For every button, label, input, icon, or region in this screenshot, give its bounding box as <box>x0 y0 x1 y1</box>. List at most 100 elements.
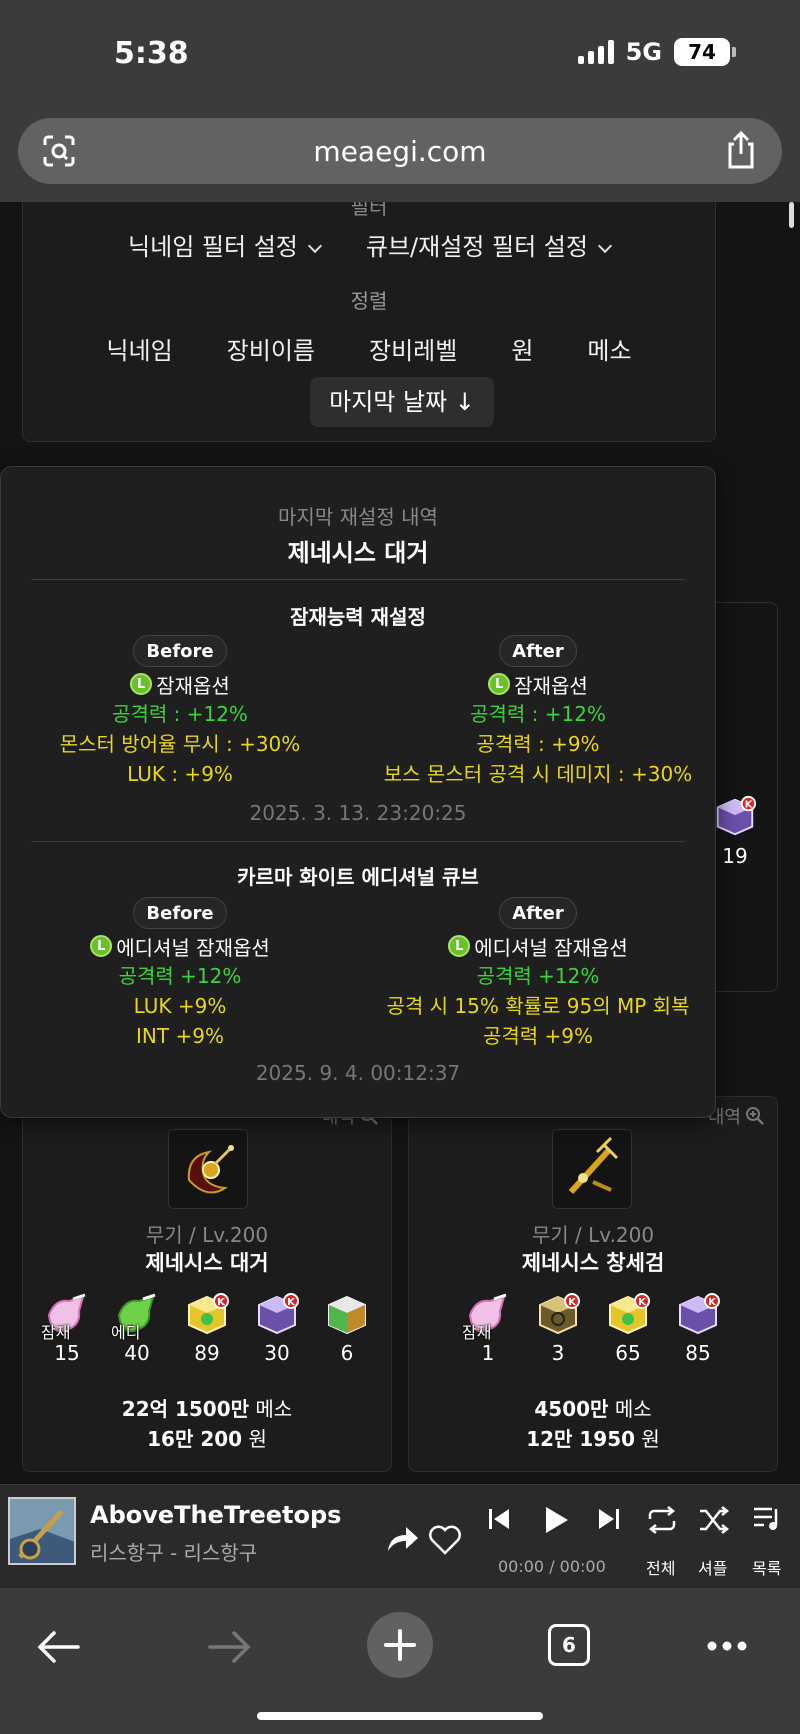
heart-icon[interactable] <box>428 1525 462 1555</box>
item-image <box>552 1129 632 1209</box>
timestamp: 2025. 3. 13. 23:20:25 <box>249 801 467 825</box>
scrollbar-thumb[interactable] <box>789 202 794 228</box>
address-bar[interactable]: meaegi.com <box>18 118 782 184</box>
history-link[interactable]: 내역 <box>708 1103 765 1129</box>
reset-history-popup: 마지막 재설정 내역 제네시스 대거 잠재능력 재설정 Before L 잠재옵션… <box>0 466 716 1118</box>
playback-time: 00:00 / 00:00 <box>498 1557 606 1576</box>
tab-switcher-button[interactable]: 6 <box>548 1624 590 1666</box>
browser-bottom-bar: 6 <box>0 1588 800 1734</box>
share-icon[interactable] <box>724 130 758 170</box>
cube-entry: K 3 <box>534 1291 582 1365</box>
meso-price: 4500만 메소 <box>409 1393 777 1422</box>
back-arrow-icon[interactable] <box>36 1630 80 1664</box>
status-time: 5:38 <box>114 36 189 71</box>
sort-label: 정렬 <box>350 289 388 313</box>
chevron-down-icon <box>307 238 322 254</box>
option-line: INT +9% <box>136 1024 224 1048</box>
repeat-label[interactable]: 전체 <box>646 1555 675 1579</box>
sort-last-date-button[interactable]: 마지막 날짜 ↓ <box>310 377 494 427</box>
option-line: 공격력 : +12% <box>112 702 248 726</box>
cube-entry: K 89 <box>183 1291 231 1365</box>
shuffle-icon[interactable] <box>698 1505 730 1535</box>
before-pill: Before <box>133 897 227 929</box>
share-arrow-icon[interactable] <box>386 1525 420 1553</box>
legendary-grade-icon: L <box>90 935 113 957</box>
cube-entry: 잠재 1 <box>462 1291 512 1365</box>
song-title: AboveTheTreetops <box>90 1501 342 1529</box>
cube-count: 15 <box>54 1341 80 1365</box>
filter-label: 필터 <box>350 202 388 219</box>
browser-top-chrome: 5:38 5G 74 meaegi.com <box>0 0 800 202</box>
cube-list: 잠재 1 K 3 K 65 K 85 <box>409 1291 777 1365</box>
nickname-filter-dropdown[interactable]: 닉네임 필터 설정 <box>128 227 322 262</box>
option-line: 보스 몬스터 공격 시 데미지 : +30% <box>383 762 693 786</box>
after-column: After L 잠재옵션 공격력 : +12% 공격력 : +9% 보스 몬스터 … <box>359 635 717 789</box>
won-unit: 원 <box>641 1427 660 1451</box>
next-track-icon[interactable] <box>598 1507 620 1531</box>
cube-tag: 잠재 <box>41 1323 71 1342</box>
forward-arrow-icon[interactable] <box>208 1630 252 1664</box>
legendary-grade-icon: L <box>448 935 471 957</box>
won-amount: 12만 1950 <box>526 1427 636 1451</box>
network-type: 5G <box>625 38 662 66</box>
option-line: 공격력 +12% <box>476 964 600 988</box>
karma-additional-cube-icon: K <box>679 1293 720 1335</box>
play-icon[interactable] <box>544 1505 570 1535</box>
item-card[interactable]: 내역 무기 / Lv.200 제네시스 창세검 잠재 1 K 3 K 65 K … <box>408 1096 778 1472</box>
sort-won[interactable]: 원 <box>511 331 533 366</box>
nickname-filter-label: 닉네임 필터 설정 <box>128 233 298 261</box>
cube-list: 잠재 15 에디 40 K 89 K 30 6 <box>23 1291 391 1365</box>
svg-text:K: K <box>708 1297 717 1308</box>
list-label[interactable]: 목록 <box>752 1555 781 1579</box>
more-icon[interactable] <box>706 1640 748 1652</box>
item-card[interactable]: 내역 무기 / Lv.200 제네시스 대거 잠재 15 에디 40 <box>22 1096 392 1472</box>
cube-tag: 잠재 <box>462 1323 492 1342</box>
before-column: Before L 에디셔널 잠재옵션 공격력 +12% LUK +9% INT +… <box>1 897 359 1051</box>
cube-entry: K 85 <box>674 1291 722 1365</box>
white-additional-cube-icon <box>328 1295 366 1335</box>
cube-count: 89 <box>194 1341 220 1365</box>
karma-black-cube-icon: K <box>188 1293 229 1335</box>
new-tab-button[interactable] <box>367 1612 433 1678</box>
cube-entry: K 30 <box>253 1291 301 1365</box>
option-line: 공격력 : +12% <box>470 702 606 726</box>
previous-track-icon[interactable] <box>488 1507 510 1531</box>
sort-equip-name[interactable]: 장비이름 <box>227 331 315 366</box>
before-column: Before L 잠재옵션 공격력 : +12% 몬스터 방어율 무시 : +30… <box>1 635 359 789</box>
option-line: 공격 시 15% 확률로 95의 MP 회복 <box>386 994 690 1018</box>
cube-entry: 에디 40 <box>111 1291 161 1365</box>
home-indicator[interactable] <box>257 1712 543 1720</box>
cube-count: 40 <box>124 1341 150 1365</box>
album-art-image <box>10 1499 74 1563</box>
cube-filter-dropdown[interactable]: 큐브/재설정 필터 설정 <box>366 227 613 262</box>
svg-text:K: K <box>568 1297 577 1308</box>
sort-nickname[interactable]: 닉네임 <box>106 331 172 366</box>
album-art[interactable] <box>8 1497 76 1565</box>
url-text[interactable]: meaegi.com <box>18 135 782 168</box>
section-title: 잠재능력 재설정 <box>290 605 426 629</box>
svg-text:K: K <box>638 1297 647 1308</box>
karma-additional-cube-icon: K <box>258 1293 299 1335</box>
option-line: 공격력 : +9% <box>476 732 600 756</box>
sort-meso[interactable]: 메소 <box>587 331 631 366</box>
filter-panel: 필터 닉네임 필터 설정 큐브/재설정 필터 설정 정렬 닉네임 장비이름 장비… <box>22 202 716 442</box>
item-category: 무기 / Lv.200 <box>145 1223 269 1247</box>
item-category: 무기 / Lv.200 <box>531 1223 655 1247</box>
grade-row: L 에디셔널 잠재옵션 <box>359 931 717 961</box>
divider <box>31 841 685 842</box>
repeat-icon[interactable] <box>646 1505 678 1535</box>
cube-count: 6 <box>340 1341 354 1365</box>
meso-unit: 메소 <box>255 1397 293 1421</box>
chevron-down-icon <box>597 238 613 254</box>
option-line: 공격력 +12% <box>118 964 242 988</box>
won-amount: 16만 200 <box>147 1427 243 1451</box>
cube-count: 3 <box>551 1341 565 1365</box>
plus-icon <box>384 1629 416 1661</box>
sort-options: 닉네임 장비이름 장비레벨 원 메소 <box>23 331 715 366</box>
sort-equip-level[interactable]: 장비레벨 <box>369 331 457 366</box>
playlist-icon[interactable] <box>752 1505 782 1533</box>
after-pill: After <box>499 897 577 929</box>
shuffle-label[interactable]: 셔플 <box>698 1555 727 1579</box>
filter-row: 닉네임 필터 설정 큐브/재설정 필터 설정 <box>23 227 715 262</box>
won-price: 12만 1950 원 <box>409 1423 777 1452</box>
